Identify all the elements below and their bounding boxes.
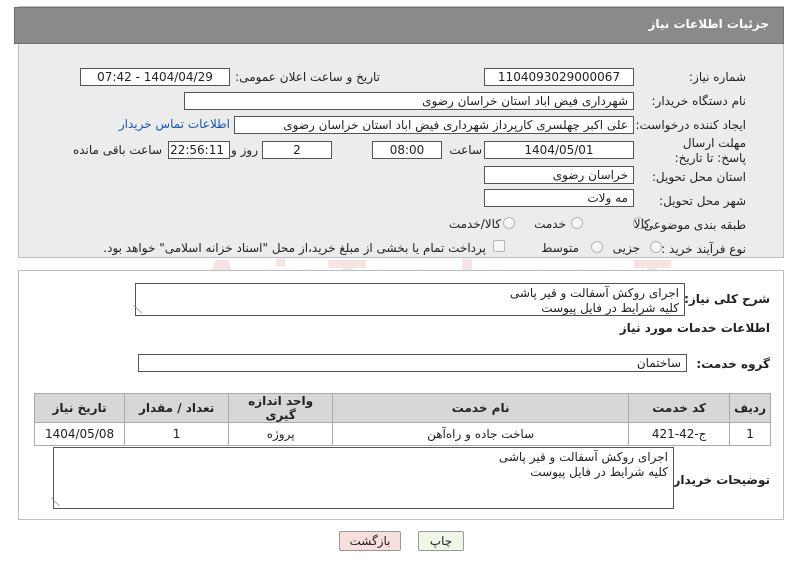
cell-service-code: ج-42-421 [628,422,731,446]
buyer-org-field[interactable]: شهرداری فیض اباد استان خراسان رضوی [184,92,634,110]
deadline-date-field[interactable]: 1404/05/01 [484,141,634,159]
purchase-radio-minor[interactable] [650,241,662,253]
category-option-goods: کالا [633,217,650,231]
buyer-notes-textarea[interactable]: اجرای روکش آسفالت و قیر پاشی کلیه شرایط … [53,447,674,509]
category-label: طبقه بندی موضوعی: [639,218,746,232]
service-group-label: گروه خدمت: [696,357,770,371]
cell-quantity: 1 [124,422,230,446]
print-button[interactable]: چاپ [418,531,464,551]
col-service-code: کد خدمت [628,393,731,423]
purchase-option-medium: متوسط [541,241,579,255]
col-unit: واحد اندازه گیری [228,393,334,423]
service-group-field[interactable]: ساختمان [138,354,687,372]
category-option-goods-service: کالا/خدمت [448,217,501,231]
cell-row-number: 1 [729,422,771,446]
buyer-notes-label: توضیحات خریدار: [668,473,770,487]
cell-need-date: 1404/05/08 [33,422,126,446]
panel-title: جزئیات اطلاعات نیاز [648,17,769,31]
services-table: ردیف کد خدمت نام خدمت واحد اندازه گیری ت… [33,393,771,446]
days-label: روز و [231,143,258,157]
deadline-time-label: ساعت [449,143,482,157]
summary-label: شرح کلی نیاز: [684,292,770,306]
col-quantity: تعداد / مقدار [124,393,230,423]
need-number-field[interactable]: 1104093029000067 [484,68,634,86]
services-section-title: اطلاعات خدمات مورد نیاز [619,321,770,335]
announce-date-field[interactable]: 1404/04/29 - 07:42 [80,68,230,86]
province-field[interactable]: خراسان رضوی [484,166,634,184]
purchase-type-label: نوع فرآیند خرید : [661,242,746,256]
col-row-number: ردیف [729,393,771,423]
table-row[interactable]: 1 ج-42-421 ساخت جاده و راه‌آهن پروژه 1 1… [33,422,771,446]
cell-service-name: ساخت جاده و راه‌آهن [332,422,630,446]
col-service-name: نام خدمت [332,393,630,423]
city-label: شهر محل تحویل: [659,194,746,208]
buyer-org-label: نام دستگاه خریدار: [651,94,747,108]
treasury-payment-checkbox[interactable] [493,240,505,252]
summary-textarea[interactable]: اجرای روکش آسفالت و قیر پاشی کلیه شرایط … [135,283,685,316]
city-field[interactable]: مه ولات [484,189,634,207]
purchase-radio-medium[interactable] [591,241,603,253]
need-number-label: شماره نیاز: [689,70,746,84]
remaining-time-field[interactable]: 22:56:11 [168,141,230,159]
category-radio-goods-service[interactable] [503,217,515,229]
back-button[interactable]: بازگشت [339,531,401,551]
category-radio-service[interactable] [571,217,583,229]
treasury-payment-note: پرداخت تمام یا بخشی از مبلغ خرید،از محل … [103,241,486,255]
panel-header: جزئیات اطلاعات نیاز [14,7,784,44]
deadline-label: مهلت ارسال پاسخ: تا تاریخ: [674,136,746,165]
cell-unit: پروژه [228,422,334,446]
remaining-time-label: ساعت باقی مانده [72,143,162,157]
deadline-time-field[interactable]: 08:00 [372,141,442,159]
creator-field[interactable]: علی اکبر چهلسری کارپرداز شهرداری فیض ابا… [234,116,634,134]
category-option-service: خدمت [534,217,566,231]
announce-date-label: تاریخ و ساعت اعلان عمومی: [235,70,380,84]
table-header-row: ردیف کد خدمت نام خدمت واحد اندازه گیری ت… [33,393,771,423]
buyer-contact-link[interactable]: اطلاعات تماس خریدار [119,117,230,131]
province-label: استان محل تحویل: [651,170,746,184]
purchase-option-minor: جزیی [612,241,640,255]
col-need-date: تاریخ نیاز [33,393,126,423]
days-field[interactable]: 2 [262,141,332,159]
creator-label: ایجاد کننده درخواست: [635,118,746,132]
